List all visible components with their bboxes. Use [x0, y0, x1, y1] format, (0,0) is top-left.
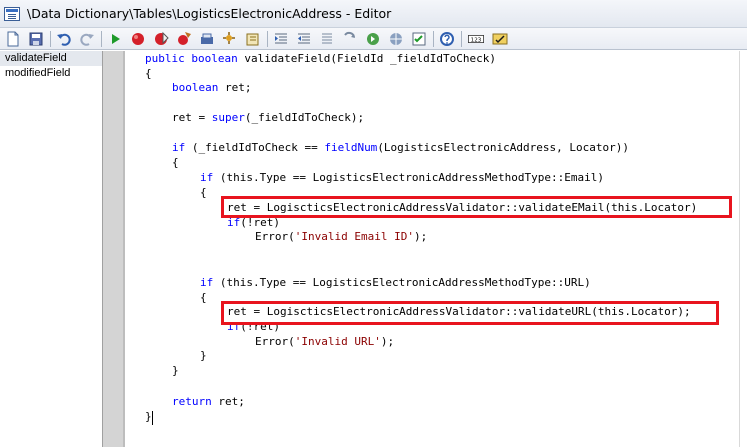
code-text: (LogisticsElectronicAddress, Locator))	[377, 141, 629, 154]
code-keyword: if	[172, 141, 186, 154]
line-numbers-label: 123	[471, 37, 482, 43]
code-line: Error('Invalid URL');	[255, 335, 394, 349]
window-title: \Data Dictionary\Tables\LogisticsElectro…	[27, 6, 392, 21]
code-text: (_fieldIdToCheck ==	[185, 141, 325, 154]
code-text: validateField(FieldId _fieldIdToCheck)	[237, 52, 496, 65]
method-item[interactable]: modifiedField	[0, 66, 102, 81]
properties-icon[interactable]	[410, 30, 428, 48]
code-keyword: fieldNum	[324, 141, 378, 154]
code-text: {	[172, 156, 179, 169]
breakpoint-icon[interactable]	[129, 30, 147, 48]
code-string: 'Invalid Email ID'	[294, 230, 414, 243]
title-bar: \Data Dictionary\Tables\LogisticsElectro…	[0, 0, 747, 28]
remove-breakpoints-icon[interactable]	[152, 30, 170, 48]
code-text: ret =	[172, 111, 212, 124]
code-line: {	[172, 156, 179, 170]
code-text: {	[200, 186, 207, 199]
code-line: }	[172, 364, 179, 378]
code-text: );	[380, 335, 395, 348]
code-text: }	[145, 410, 152, 423]
highlight-box-validate-url	[221, 301, 719, 325]
web-icon[interactable]	[387, 30, 405, 48]
lookup-icon[interactable]	[221, 30, 239, 48]
text-cursor	[152, 411, 153, 425]
help-icon[interactable]	[438, 30, 456, 48]
code-keyword: return	[172, 395, 212, 408]
code-keyword: super	[211, 111, 245, 124]
code-line: boolean ret;	[172, 81, 251, 95]
undo-icon[interactable]	[55, 30, 73, 48]
code-keyword: if	[200, 171, 214, 184]
go-to-icon[interactable]	[364, 30, 382, 48]
code-string: 'Invalid URL'	[294, 335, 381, 348]
run-icon[interactable]	[106, 30, 124, 48]
method-list: validateField modifiedField	[0, 51, 103, 447]
outdent-icon[interactable]	[295, 30, 313, 48]
code-text: {	[200, 291, 207, 304]
editor-toolbar: 123	[0, 28, 747, 50]
indent-icon[interactable]	[272, 30, 290, 48]
spell-check-icon[interactable]	[491, 30, 509, 48]
code-text: ret;	[211, 395, 245, 408]
editor-window-icon	[4, 6, 20, 21]
code-line: Error('Invalid Email ID');	[255, 230, 427, 244]
code-keyword: if	[200, 276, 214, 289]
code-line: return ret;	[172, 395, 245, 409]
code-line: }	[200, 349, 207, 363]
code-text: );	[413, 230, 428, 243]
line-numbers-icon[interactable]: 123	[466, 30, 486, 48]
code-text: Error(	[255, 335, 295, 348]
method-item[interactable]: validateField	[0, 51, 102, 66]
highlight-box-validate-email	[221, 196, 732, 218]
toolbar-separator	[101, 30, 102, 47]
toolbar-separator	[433, 30, 434, 47]
toolbar-separator	[50, 30, 51, 47]
code-line: if(!ret)	[227, 216, 280, 230]
uncomment-icon[interactable]	[341, 30, 359, 48]
save-icon[interactable]	[27, 30, 45, 48]
editor-gutter	[103, 51, 123, 447]
enable-breakpoint-icon[interactable]	[175, 30, 193, 48]
new-icon[interactable]	[4, 30, 22, 48]
code-editor[interactable]: public boolean validateField(FieldId _fi…	[125, 51, 745, 447]
code-line: {	[200, 291, 207, 305]
code-text: {	[145, 67, 152, 80]
code-line: }	[145, 410, 152, 424]
code-line: {	[145, 67, 152, 81]
code-line: if (_fieldIdToCheck == fieldNum(Logistic…	[172, 141, 629, 155]
code-text: Error(	[255, 230, 295, 243]
redo-icon[interactable]	[78, 30, 96, 48]
toolbar-separator	[267, 30, 268, 47]
code-line: {	[200, 186, 207, 200]
code-keyword: public boolean	[145, 52, 238, 65]
code-line: public boolean validateField(FieldId _fi…	[145, 52, 496, 66]
toolbar-separator	[461, 30, 462, 47]
code-text: }	[200, 349, 207, 362]
scripts-icon[interactable]	[244, 30, 262, 48]
compile-icon[interactable]	[198, 30, 216, 48]
code-text: (this.Type == LogisticsElectronicAddress…	[213, 171, 604, 184]
code-text: }	[172, 364, 179, 377]
margin-guide	[739, 51, 740, 447]
code-line: if (this.Type == LogisticsElectronicAddr…	[200, 171, 604, 185]
code-line: ret = super(_fieldIdToCheck);	[172, 111, 364, 125]
code-line: if (this.Type == LogisticsElectronicAddr…	[200, 276, 591, 290]
comment-icon[interactable]	[318, 30, 336, 48]
code-text: (_fieldIdToCheck);	[244, 111, 365, 124]
code-text: (this.Type == LogisticsElectronicAddress…	[213, 276, 591, 289]
code-keyword: boolean	[172, 81, 219, 94]
code-text: ret;	[218, 81, 252, 94]
